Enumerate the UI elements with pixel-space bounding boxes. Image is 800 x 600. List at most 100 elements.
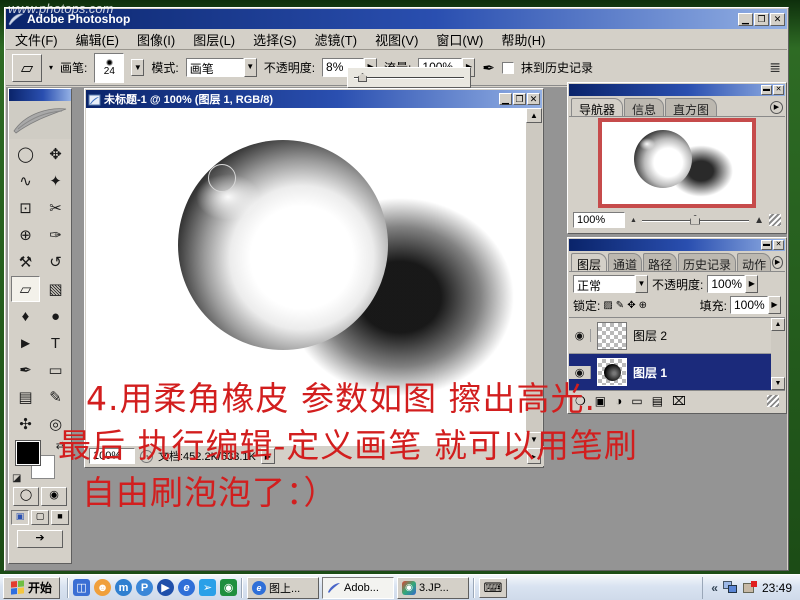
blend-dropdown-arrow-icon[interactable]: ▼ (635, 275, 648, 293)
layers-titlebar[interactable]: ▬ ✕ (569, 239, 785, 251)
start-button[interactable]: 开始 (3, 577, 60, 599)
lock-paint-icon[interactable]: ✎ (616, 300, 624, 311)
tool-type[interactable]: T (41, 330, 70, 356)
tool-history-brush[interactable]: ↺ (41, 249, 70, 275)
quicklaunch-thunder-icon[interactable]: ➢ (199, 579, 216, 596)
fullscreen-menubar-button[interactable]: ▢ (31, 510, 49, 525)
input-method-keyboard-icon[interactable]: ⌨ (479, 578, 507, 598)
tab-history[interactable]: 历史记录 (678, 253, 736, 271)
delete-layer-icon[interactable]: ⌧ (672, 394, 686, 408)
tool-healing-brush[interactable]: ⊕ (11, 222, 40, 248)
menu-select[interactable]: 选择(S) (244, 27, 305, 52)
tab-paths[interactable]: 路径 (643, 253, 677, 271)
navigator-minimize-icon[interactable]: ▬ (761, 85, 772, 95)
doc-close-button[interactable]: ✕ (527, 93, 540, 105)
fill-arrow-icon[interactable]: ▶ (768, 296, 781, 314)
navigator-resize-grip[interactable] (769, 214, 781, 226)
default-colors-icon[interactable]: ◪ (12, 473, 21, 484)
tool-gradient[interactable]: ▧ (41, 276, 70, 302)
mode-dropdown-arrow-icon[interactable]: ▼ (244, 58, 257, 77)
brush-preview-button[interactable]: 24 (94, 53, 124, 83)
new-group-icon[interactable]: ▭ (631, 394, 642, 408)
tab-channels[interactable]: 通道 (608, 253, 642, 271)
maximize-button[interactable]: ❐ (754, 13, 769, 26)
layer-row-1-selected[interactable]: ◉ 图层 1 (569, 354, 785, 390)
quickmask-mode-button[interactable]: ◉ (41, 487, 67, 506)
tool-notes[interactable]: ▤ (11, 384, 40, 410)
quicklaunch-pet-icon[interactable]: ☻ (94, 579, 111, 596)
lock-transparency-icon[interactable]: ▨ (603, 300, 612, 311)
toolbox-titlebar[interactable] (9, 89, 71, 101)
lock-position-icon[interactable]: ✥ (627, 300, 635, 311)
tab-actions[interactable]: 动作 (737, 253, 771, 271)
blend-mode-select[interactable]: 正常 ▼ (573, 275, 648, 293)
tool-lasso[interactable]: ∿ (11, 168, 40, 194)
opacity-slider[interactable] (354, 73, 464, 82)
tool-shape[interactable]: ▭ (41, 357, 70, 383)
fullscreen-button[interactable]: ■ (51, 510, 69, 525)
menu-help[interactable]: 帮助(H) (492, 27, 554, 52)
photoshop-logo[interactable] (9, 101, 71, 139)
navigator-titlebar[interactable]: ▬ ✕ (569, 84, 785, 96)
quicklaunch-pplive-icon[interactable]: P (136, 579, 153, 596)
layer1-name[interactable]: 图层 1 (633, 364, 667, 381)
navigator-zoom-slider[interactable] (642, 215, 749, 226)
menu-file[interactable]: 文件(F) (6, 27, 67, 52)
brush-picker-arrow[interactable]: ▼ (131, 59, 144, 76)
scroll-up-arrow-icon[interactable]: ▲ (526, 108, 542, 123)
menu-layer[interactable]: 图层(L) (184, 27, 244, 52)
quicklaunch-acdsee-icon[interactable]: ◉ (220, 579, 237, 596)
layer1-thumbnail[interactable] (597, 358, 627, 386)
navigator-menu-icon[interactable]: ▶ (770, 101, 783, 114)
doc-minimize-button[interactable]: ▁ (499, 93, 512, 105)
menu-filter[interactable]: 滤镜(T) (305, 27, 366, 52)
close-button[interactable]: ✕ (770, 13, 785, 26)
tool-clone-stamp[interactable]: ⚒ (11, 249, 40, 275)
tab-histogram[interactable]: 直方图 (665, 98, 717, 116)
minimize-button[interactable]: ▁ (738, 13, 753, 26)
layers-opacity-arrow-icon[interactable]: ▶ (745, 275, 758, 293)
tool-hand[interactable]: ✣ (11, 411, 40, 437)
lock-all-icon[interactable]: ⊕ (639, 300, 647, 311)
layers-minimize-icon[interactable]: ▬ (761, 240, 772, 250)
tab-layers[interactable]: 图层 (571, 253, 607, 271)
quicklaunch-desktop-icon[interactable]: ◫ (73, 579, 90, 596)
menu-view[interactable]: 视图(V) (366, 27, 427, 52)
tab-info[interactable]: 信息 (624, 98, 664, 116)
navigator-close-icon[interactable]: ✕ (773, 85, 784, 95)
zoom-out-icon[interactable]: ▲ (630, 217, 637, 224)
tray-network-icon[interactable] (723, 581, 738, 594)
jump-to-imageready-button[interactable]: ➔ (17, 530, 63, 548)
task-button-image-viewer[interactable]: ◉ 3.JP... (397, 577, 469, 599)
zoom-in-icon[interactable]: ▲ (754, 215, 764, 226)
layer2-thumbnail[interactable] (597, 322, 627, 350)
navigator-proxy-view[interactable] (598, 118, 756, 208)
tool-eyedropper[interactable]: ✎ (41, 384, 70, 410)
tool-blur[interactable]: ♦ (11, 303, 40, 329)
layer2-visibility-eye-icon[interactable]: ◉ (569, 329, 591, 342)
navigator-zoom-field[interactable]: 100% (573, 212, 625, 228)
layer2-name[interactable]: 图层 2 (633, 327, 667, 344)
tool-preset-arrow-icon[interactable]: ▾ (49, 63, 53, 72)
tool-crop[interactable]: ⊡ (11, 195, 40, 221)
quicklaunch-mediaplayer-icon[interactable]: ▶ (157, 579, 174, 596)
tool-eraser[interactable]: ▱ (11, 276, 40, 302)
eraser-tool-button[interactable]: ▱ (12, 54, 42, 82)
tray-clock[interactable]: 23:49 (762, 581, 792, 595)
navigator-slider-thumb[interactable] (690, 215, 700, 225)
tool-path-select[interactable]: ► (11, 330, 40, 356)
erase-history-checkbox[interactable] (502, 62, 514, 74)
layers-scroll-up-icon[interactable]: ▲ (771, 318, 785, 331)
tray-collapse-chevron-icon[interactable]: « (711, 581, 718, 595)
quicklaunch-maxthon-icon[interactable]: m (115, 579, 132, 596)
tool-magic-wand[interactable]: ✦ (41, 168, 70, 194)
task-button-webpage[interactable]: e 图上... (247, 577, 319, 599)
foreground-color-swatch[interactable] (16, 441, 40, 465)
mode-select[interactable]: 画笔 ▼ (186, 58, 257, 77)
fill-control[interactable]: 100% ▶ (730, 296, 781, 314)
layers-scroll-down-icon[interactable]: ▼ (771, 377, 785, 390)
layers-menu-icon[interactable]: ▶ (772, 256, 783, 269)
task-button-photoshop[interactable]: Adob... (322, 577, 394, 599)
quicklaunch-ie-icon[interactable]: e (178, 579, 195, 596)
doc-maximize-button[interactable]: ❐ (513, 93, 526, 105)
